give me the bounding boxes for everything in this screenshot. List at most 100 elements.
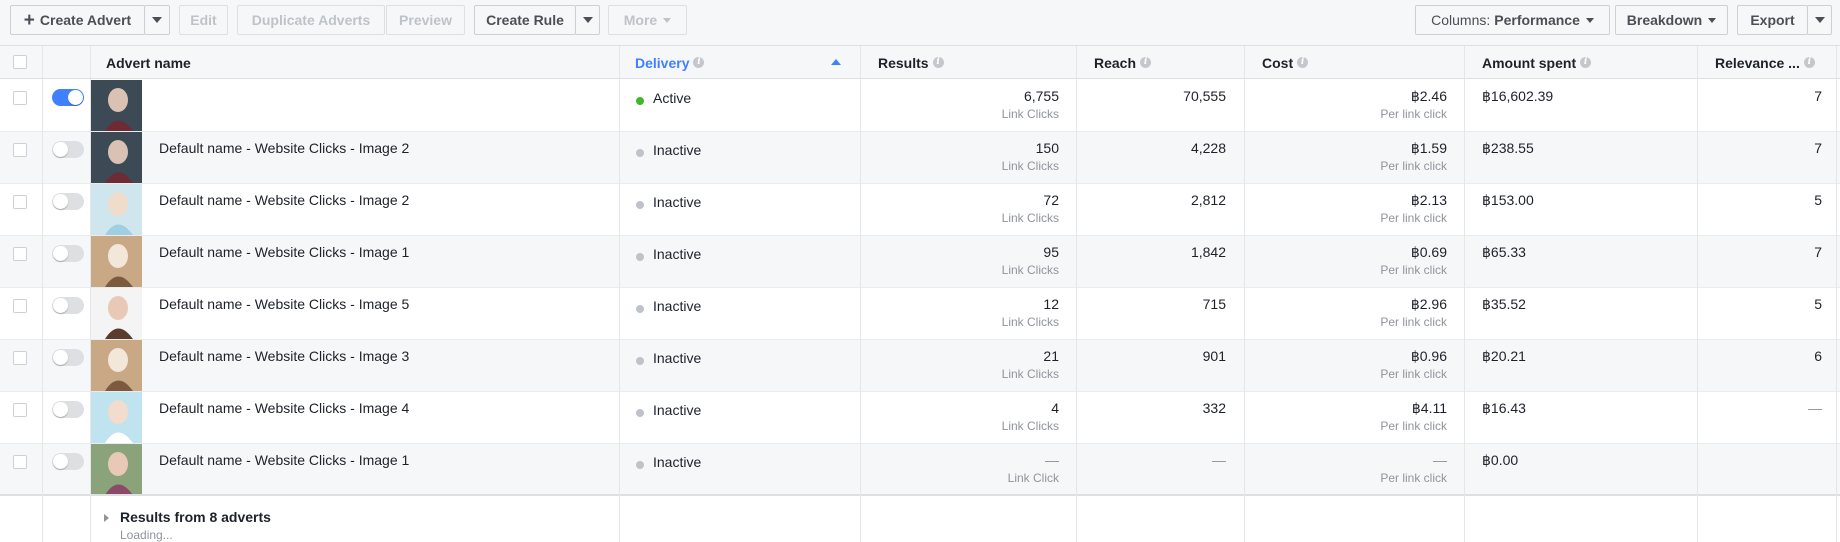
advert-name[interactable]: Default name - Website Clicks - Image 1: [159, 452, 409, 468]
advert-name[interactable]: Default name - Website Clicks - Image 2: [159, 192, 409, 208]
expand-icon[interactable]: [104, 514, 109, 522]
row-checkbox[interactable]: [13, 403, 27, 417]
table-row[interactable]: Active 6,755 Link Clicks 70,555 ฿2.46 Per lin…: [0, 80, 1840, 132]
advert-thumbnail-image: [91, 236, 142, 287]
advert-thumbnail[interactable]: [91, 132, 142, 183]
advert-toggle[interactable]: [52, 89, 84, 106]
toggle-knob: [53, 402, 68, 417]
advert-name[interactable]: Default name - Website Clicks - Image 2: [159, 140, 409, 156]
advert-toggle[interactable]: [52, 453, 84, 470]
advert-thumbnail[interactable]: [91, 392, 142, 443]
row-checkbox[interactable]: [13, 455, 27, 469]
create-advert-label: Create Advert: [39, 12, 132, 28]
table-row[interactable]: Default name - Website Clicks - Image 2 I…: [0, 184, 1840, 236]
table-row[interactable]: Default name - Website Clicks - Image 2 I…: [0, 132, 1840, 184]
duplicate-adverts-button[interactable]: Duplicate Adverts: [237, 5, 385, 35]
create-rule-button[interactable]: Create Rule: [474, 5, 576, 35]
duplicate-label: Duplicate Adverts: [251, 12, 371, 28]
advert-thumbnail[interactable]: [91, 236, 142, 287]
cost-value: ฿1.59: [1410, 140, 1447, 156]
column-divider: [1464, 46, 1465, 542]
column-amount-spent[interactable]: Amount spent i: [1482, 46, 1682, 79]
column-label: Relevance ...: [1715, 54, 1800, 71]
export-dropdown-button[interactable]: [1807, 5, 1832, 35]
table-row[interactable]: Default name - Website Clicks - Image 5 I…: [0, 288, 1840, 340]
advert-toggle[interactable]: [52, 349, 84, 366]
info-icon[interactable]: i: [1297, 57, 1309, 68]
advert-toggle[interactable]: [52, 193, 84, 210]
advert-thumbnail[interactable]: [91, 340, 142, 391]
advert-thumbnail[interactable]: [91, 288, 142, 339]
toggle-knob: [53, 194, 68, 209]
table-row[interactable]: Default name - Website Clicks - Image 3 I…: [0, 340, 1840, 392]
row-checkbox[interactable]: [13, 195, 27, 209]
row-checkbox[interactable]: [13, 91, 27, 105]
cost-value: ฿0.96: [1410, 348, 1447, 364]
results-summary[interactable]: Results from 8 adverts: [120, 509, 271, 525]
delivery-status: Inactive: [653, 350, 702, 366]
advert-thumbnail[interactable]: [91, 184, 142, 235]
export-button[interactable]: Export: [1737, 5, 1808, 35]
row-checkbox[interactable]: [13, 143, 27, 157]
advert-thumbnail-image: [91, 80, 142, 131]
advert-toggle[interactable]: [52, 297, 84, 314]
amount-spent-value: ฿35.52: [1482, 296, 1526, 312]
preview-button[interactable]: Preview: [386, 5, 465, 35]
info-icon[interactable]: i: [693, 57, 705, 68]
row-checkbox[interactable]: [13, 247, 27, 261]
table-row[interactable]: Default name - Website Clicks - Image 1 I…: [0, 444, 1840, 496]
delivery-status-dot: [636, 357, 644, 365]
create-rule-dropdown-button[interactable]: [575, 5, 600, 35]
advert-toggle[interactable]: [52, 141, 84, 158]
table-row[interactable]: Default name - Website Clicks - Image 4 I…: [0, 392, 1840, 444]
advert-name[interactable]: Default name - Website Clicks - Image 4: [159, 400, 409, 416]
delivery-status-dot: [636, 149, 644, 157]
column-label: Reach: [1094, 54, 1137, 71]
breakdown-label: Breakdown: [1626, 12, 1703, 28]
column-advert-name[interactable]: Advert name: [106, 46, 606, 79]
advert-name[interactable]: Default name - Website Clicks - Image 3: [159, 348, 409, 364]
table-row[interactable]: Default name - Website Clicks - Image 1 I…: [0, 236, 1840, 288]
column-results[interactable]: Results i: [878, 46, 1078, 79]
delivery-status: Inactive: [653, 402, 702, 418]
row-checkbox[interactable]: [13, 299, 27, 313]
amount-spent-value: ฿0.00: [1482, 452, 1519, 468]
sort-ascending-icon[interactable]: [831, 59, 841, 65]
column-cost[interactable]: Cost i: [1262, 46, 1462, 79]
edit-button[interactable]: Edit: [179, 5, 228, 35]
reach-value: 4,228: [1190, 140, 1226, 156]
column-reach[interactable]: Reach i: [1094, 46, 1244, 79]
advert-name[interactable]: Default name - Website Clicks - Image 1: [159, 244, 409, 260]
advert-toggle[interactable]: [52, 401, 84, 418]
advert-thumbnail[interactable]: [91, 80, 142, 131]
columns-button[interactable]: Columns: Performance: [1415, 5, 1610, 35]
info-icon[interactable]: i: [1140, 57, 1152, 68]
info-icon[interactable]: i: [1580, 57, 1592, 68]
results-value: 72: [1043, 192, 1059, 208]
row-checkbox[interactable]: [13, 351, 27, 365]
info-icon[interactable]: i: [1803, 57, 1815, 68]
results-unit: Link Clicks: [1001, 367, 1059, 381]
delivery-status: Inactive: [653, 194, 702, 210]
advert-name[interactable]: Default name - Website Clicks - Image 5: [159, 296, 409, 312]
info-icon[interactable]: i: [932, 57, 944, 68]
create-advert-dropdown-button[interactable]: [144, 5, 170, 35]
reach-value: 332: [1202, 400, 1226, 416]
relevance-value: 5: [1814, 296, 1822, 312]
delivery-status: Active: [653, 90, 692, 106]
more-button[interactable]: More: [608, 5, 687, 35]
cost-value: ฿2.96: [1410, 296, 1447, 312]
results-value: 6,755: [1023, 88, 1059, 104]
select-all-checkbox[interactable]: [13, 55, 27, 69]
toggle-knob: [68, 90, 83, 105]
chevron-down-icon: [1585, 17, 1594, 23]
column-relevance[interactable]: Relevance ... i: [1715, 46, 1840, 79]
column-delivery[interactable]: Delivery i: [635, 46, 835, 79]
advert-thumbnail[interactable]: [91, 444, 142, 495]
breakdown-button[interactable]: Breakdown: [1615, 5, 1728, 35]
amount-spent-value: ฿153.00: [1482, 192, 1534, 208]
create-advert-button[interactable]: + Create Advert: [10, 5, 145, 35]
results-unit: Link Clicks: [1001, 107, 1059, 121]
advert-toggle[interactable]: [52, 245, 84, 262]
advert-thumbnail-image: [91, 392, 142, 443]
